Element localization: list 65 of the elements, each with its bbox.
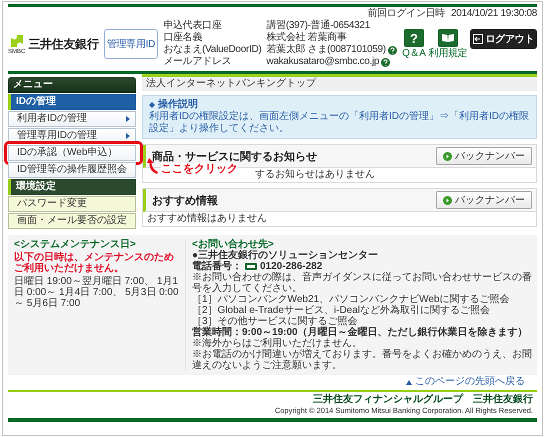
last-login-time: 2014/10/21 19:30:08 (450, 8, 537, 20)
help-symbol: ? (404, 29, 424, 47)
info-value: 株式会社 若葉商事 (266, 32, 347, 44)
qa-label: Q＆A (402, 48, 426, 59)
phone-label: 電話番号： (192, 261, 242, 272)
contact-heading: ●三井住友銀行のソリューションセンター (192, 250, 380, 261)
menu-item-label: 画面・メール要否の設定 (17, 215, 127, 227)
info-label: 申込代表口座 (163, 20, 223, 32)
maintenance-notice: 以下の日時は、メンテナンスのためご利用いただけません。 (14, 252, 175, 274)
diamond-icon (149, 102, 155, 108)
menu-item[interactable]: パスワード変更 (8, 196, 136, 212)
menu-item[interactable]: ID管理等の操作履歴照会 (8, 162, 136, 178)
instructions-text: 利用者IDの権限設定は、画面左側メニューの「利用者IDの管理」⇒「利用者IDの権限設定」より操作してください。 (149, 111, 530, 135)
menu-item-label: 利用者IDの管理 (17, 113, 87, 125)
logo-icon (8, 33, 25, 49)
maintenance-title: <システムメンテナンス日> (14, 239, 137, 250)
menu-item[interactable]: 画面・メール要否の設定 (8, 213, 136, 229)
menu-item-label: 管理専用IDの管理 (17, 130, 97, 142)
info-value: 講習(397)-普通-0654321 (266, 20, 370, 32)
id-badge: 管理専用ID (104, 29, 158, 59)
terms-button[interactable]: 利用規定 (428, 29, 468, 59)
info-label: おなまえ(ValueDoorID) (163, 44, 262, 56)
callout-text: ここをクリック (161, 163, 238, 175)
info-value: wakakusataro@smbc.co.jp (266, 56, 380, 68)
menu-item-label: IDの承認（Web申込） (17, 147, 118, 159)
menu-group-header: IDの管理 (8, 94, 136, 110)
back-number-button[interactable]: バックナンバー (436, 191, 532, 209)
up-triangle-icon (406, 380, 412, 384)
logout-button[interactable]: ログアウト (470, 29, 537, 49)
arrow-circle-icon (443, 196, 452, 204)
info-label: メールアドレス (163, 56, 232, 68)
book-icon (441, 33, 456, 43)
menu-group-header: 環境設定 (8, 179, 136, 195)
contact-text: ※お問い合わせの際は、音声ガイダンスに従ってお問い合わせサービスの番号を入力してください。 (192, 272, 533, 294)
phone-number: 0120-286-282 (260, 261, 322, 272)
menu-item-label: パスワード変更 (17, 198, 87, 210)
instructions-title: 操作説明 (158, 99, 198, 110)
menu-item[interactable]: 利用者IDの管理 (8, 111, 136, 127)
menu-title: メニュー (8, 77, 136, 93)
contact-text: ［3］その他サービスに関するご照会 (192, 316, 358, 327)
brand-name: 三井住友フィナンシャルグループ (313, 394, 463, 406)
last-login-label: 前回ログイン日時 (367, 8, 445, 20)
menu-item-label: ID管理等の操作履歴照会 (17, 164, 127, 176)
notice-text: するお知らせはありません (255, 169, 375, 180)
contact-text: ［2］Global e-Tradeサービス、i-Dealなど外為取引に関するご照会 (192, 305, 492, 316)
qa-button[interactable]: ? Q＆A (402, 29, 426, 59)
info-value: 若葉太郎 さま(0087101059) (266, 44, 386, 56)
contact-text: ［1］パソコンバンクWeb21、パソコンバンクナビWebに関するご照会 (192, 294, 510, 305)
arrow-circle-icon (443, 152, 452, 160)
brand-name: 三井住友銀行 (473, 394, 533, 406)
breadcrumb: 法人インターネットバンキングトップ (142, 74, 537, 91)
info-label: 口座名義 (163, 32, 204, 44)
contact-text: ※お電話のかけ間違いが増えております。番号をよくお確かめのうえ、お間違えのないようご注意願います。 (192, 349, 533, 371)
notice-title: おすすめ情報 (152, 194, 218, 208)
bank-name: 三井住友銀行 (28, 36, 99, 52)
terms-label: 利用規定 (428, 48, 468, 59)
contact-text: ※海外からはご利用いただけません。 (192, 338, 363, 349)
business-hours: 営業時間：9:00～19:00（月曜日～金曜日、ただし銀行休業日を除きます） (192, 327, 529, 338)
free-dial-icon (245, 263, 257, 270)
back-to-top-link[interactable]: このページの先頭へ戻る (415, 376, 525, 388)
maintenance-schedule: 日曜日 19:00～翌月曜日 7:00、 1月1日 0:00～ 1月4日 7:00、 5月3日 0:00～ 5月6日 7:00 (14, 276, 179, 309)
contact-title: <お問い合わせ先> (192, 239, 275, 250)
notice-text: おすすめ情報はありません (147, 213, 267, 224)
back-number-button[interactable]: バックナンバー (436, 147, 532, 165)
exit-icon (473, 34, 484, 44)
